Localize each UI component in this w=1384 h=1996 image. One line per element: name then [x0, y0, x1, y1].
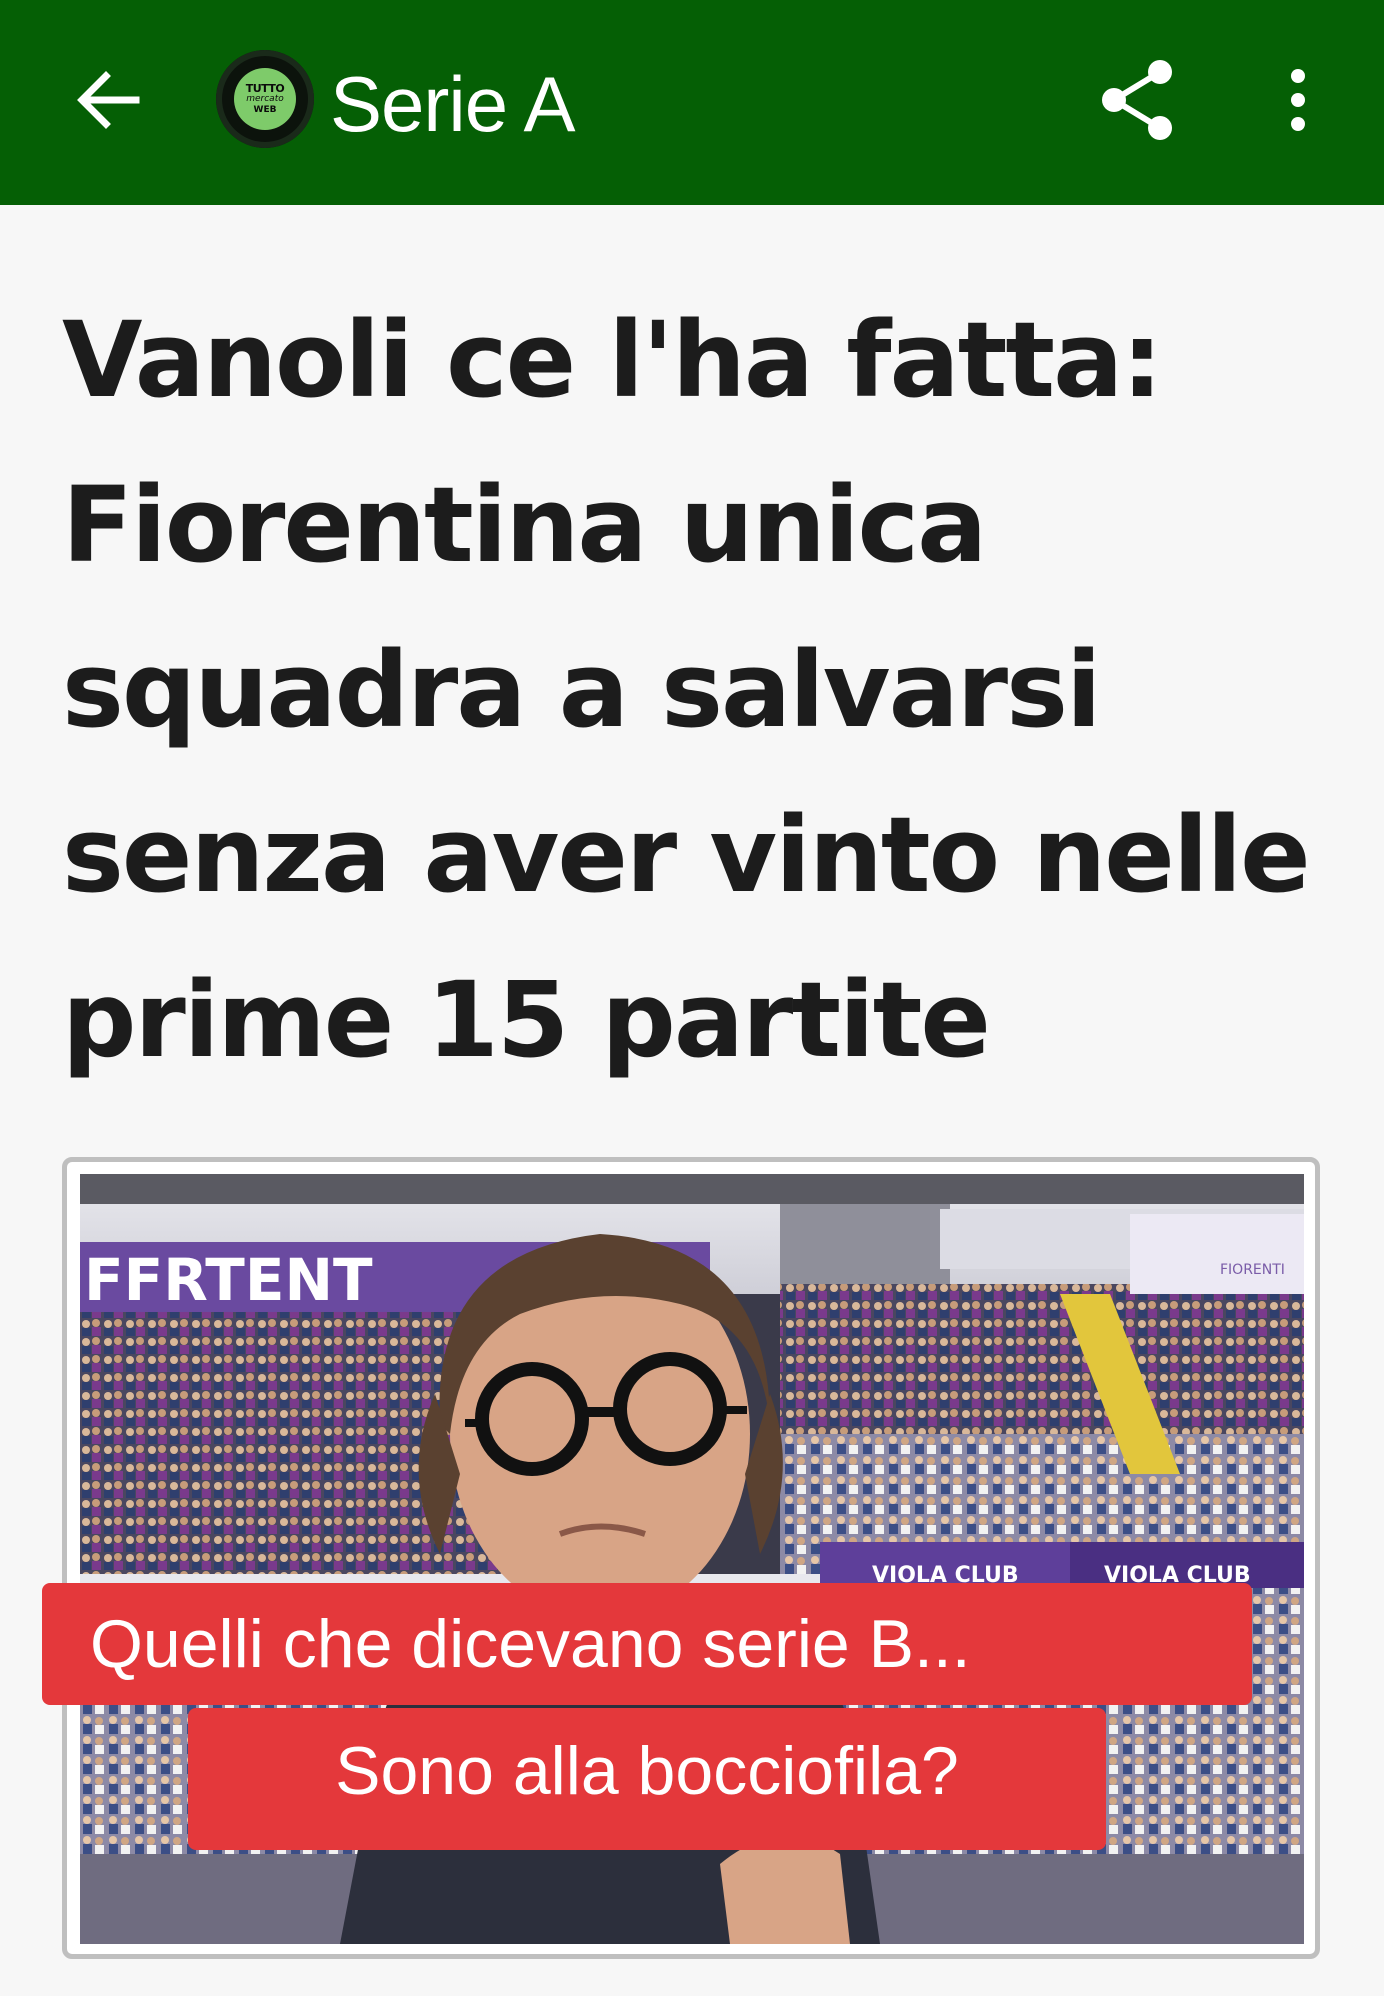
- stadium-sign-text: FFRTENT: [84, 1246, 373, 1314]
- article-headline: Vanoli ce l'ha fatta: Fiorentina unica s…: [62, 299, 1311, 1081]
- overlay-caption-line2: Sono alla bocciofila?: [188, 1708, 1106, 1850]
- share-icon: [1102, 60, 1172, 140]
- arrow-left-icon: [77, 71, 140, 129]
- corner-sign-text: FIORENTI: [1220, 1262, 1285, 1278]
- more-vert-icon: [1291, 69, 1305, 131]
- more-options-button[interactable]: [1268, 48, 1328, 152]
- share-button[interactable]: [1096, 48, 1180, 152]
- site-logo: TUTTO mercato WEB: [216, 50, 314, 148]
- logo-text-line2: mercato: [246, 93, 284, 104]
- back-button[interactable]: [62, 46, 154, 154]
- logo-text-line3: WEB: [253, 104, 277, 115]
- app-title: Serie A: [330, 60, 575, 148]
- logo-text-line1: TUTTO: [245, 81, 285, 95]
- overlay-caption-line1: Quelli che dicevano serie B...: [42, 1583, 1252, 1705]
